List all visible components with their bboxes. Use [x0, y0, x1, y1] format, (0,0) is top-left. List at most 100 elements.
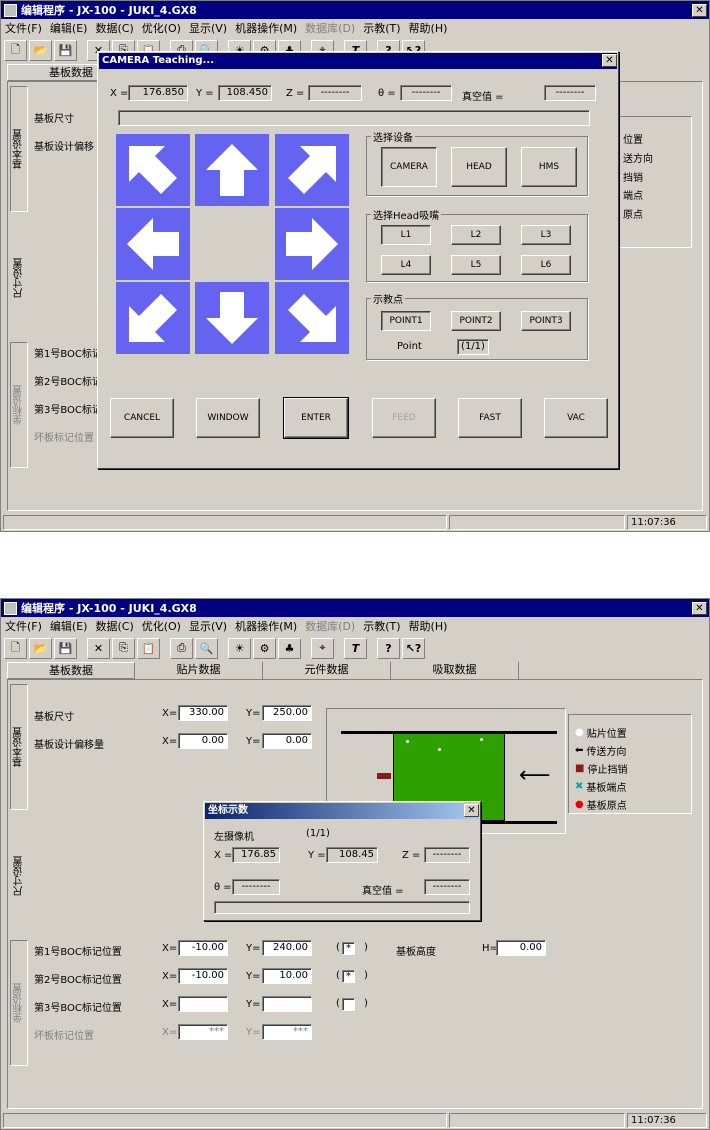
open-icon[interactable]: 📂: [29, 637, 52, 659]
find-icon[interactable]: 🔍: [195, 637, 218, 659]
mark3-y-input[interactable]: [262, 996, 312, 1012]
open-icon[interactable]: 📂: [29, 39, 52, 61]
new-icon[interactable]: 🗋: [4, 39, 27, 61]
print-icon[interactable]: ⎙: [170, 637, 193, 659]
menu-teach[interactable]: 示教(T): [359, 20, 404, 36]
copy-icon[interactable]: ⎘: [112, 637, 135, 659]
menu-help[interactable]: 帮助(H): [405, 618, 452, 634]
move-left-button[interactable]: [116, 208, 190, 280]
menu-machine[interactable]: 机器操作(M): [231, 618, 301, 634]
new-icon[interactable]: 🗋: [4, 637, 27, 659]
dot-icon: ●: [575, 727, 584, 738]
menu-view[interactable]: 显示(V): [185, 20, 231, 36]
move-down-left-button[interactable]: [116, 282, 190, 354]
bad-mark-x-input[interactable]: ***: [178, 1024, 228, 1040]
nozzle-l5-button[interactable]: L5: [451, 255, 501, 275]
side-tab-size[interactable]: 尺寸设置: [12, 258, 27, 298]
placement-dot: [406, 740, 409, 743]
legend-item: 位置: [623, 135, 643, 146]
side-tab-mark[interactable]: 坐标设置: [10, 342, 28, 468]
menu-data[interactable]: 数据(C): [91, 20, 137, 36]
point2-button[interactable]: POINT2: [451, 311, 501, 331]
coord-dialog-close-button[interactable]: ✕: [464, 804, 479, 817]
cut-icon[interactable]: ✕: [87, 637, 110, 659]
mark2-x-input[interactable]: -10.00: [178, 968, 228, 984]
enter-button[interactable]: ENTER: [283, 397, 349, 439]
light-icon[interactable]: ☀: [228, 637, 251, 659]
device-hms-button[interactable]: HMS: [521, 147, 577, 187]
board-offset-x-input[interactable]: 0.00: [178, 733, 228, 749]
menu-database[interactable]: 数据库(D): [301, 618, 359, 634]
save-icon[interactable]: 💾: [54, 637, 77, 659]
teach-icon[interactable]: ⌖: [311, 637, 334, 659]
mark3-x-input[interactable]: [178, 996, 228, 1012]
move-right-button[interactable]: [275, 208, 349, 280]
mark1-y-input[interactable]: 240.00: [262, 940, 312, 956]
tab-placement-data[interactable]: 贴片数据: [135, 662, 263, 679]
teach-point-group: 示教点 POINT1 POINT2 POINT3 Point (1/1): [366, 291, 588, 360]
mark3-label: 第3号BOC标记位置: [34, 1003, 122, 1014]
side-tab-basic[interactable]: 基本设置: [10, 684, 28, 810]
paste-icon[interactable]: 📋: [137, 637, 160, 659]
board-size-y-input[interactable]: 250.00: [262, 705, 312, 721]
mark3-checkbox[interactable]: [342, 998, 355, 1011]
nozzle-l1-button[interactable]: L1: [381, 225, 431, 245]
board-offset-y-input[interactable]: 0.00: [262, 733, 312, 749]
tab-component-data[interactable]: 元件数据: [263, 662, 391, 679]
vac-button[interactable]: VAC: [544, 398, 608, 438]
legend-row: ■ 停止挡销: [575, 761, 627, 776]
mark2-y-input[interactable]: 10.00: [262, 968, 312, 984]
device-camera-button[interactable]: CAMERA: [381, 147, 437, 187]
point1-button[interactable]: POINT1: [381, 311, 431, 331]
move-up-button[interactable]: [195, 134, 269, 206]
cancel-button[interactable]: CANCEL: [110, 398, 174, 438]
feed-button[interactable]: FEED: [372, 398, 436, 438]
bad-mark-y-input[interactable]: ***: [262, 1024, 312, 1040]
save-icon[interactable]: 💾: [54, 39, 77, 61]
device-head-button[interactable]: HEAD: [451, 147, 507, 187]
robot-icon[interactable]: ⚙: [253, 637, 276, 659]
menu-optimize[interactable]: 优化(O): [138, 618, 185, 634]
move-down-button[interactable]: [195, 282, 269, 354]
menu-edit[interactable]: 编辑(E): [46, 20, 92, 36]
context-help-icon[interactable]: ↖?: [402, 637, 425, 659]
menu-machine[interactable]: 机器操作(M): [231, 20, 301, 36]
help-icon[interactable]: ?: [377, 637, 400, 659]
fast-button[interactable]: FAST: [458, 398, 522, 438]
side-tab-size[interactable]: 尺寸设置: [12, 856, 27, 896]
component-icon[interactable]: ♣: [278, 637, 301, 659]
menu-edit[interactable]: 编辑(E): [46, 618, 92, 634]
window-close-button[interactable]: ✕: [692, 4, 707, 17]
menu-help[interactable]: 帮助(H): [405, 20, 452, 36]
mark2-checkbox[interactable]: *: [342, 970, 355, 983]
mark1-checkbox[interactable]: *: [342, 942, 355, 955]
point3-button[interactable]: POINT3: [521, 311, 571, 331]
menu-database[interactable]: 数据库(D): [301, 20, 359, 36]
move-up-left-button[interactable]: [116, 134, 190, 206]
board-size-x-input[interactable]: 330.00: [178, 705, 228, 721]
nozzle-l3-button[interactable]: L3: [521, 225, 571, 245]
side-tab-mark[interactable]: 坐标设置: [10, 940, 28, 1066]
menu-file[interactable]: 文件(F): [1, 618, 46, 634]
move-down-right-button[interactable]: [275, 282, 349, 354]
menu-teach[interactable]: 示教(T): [359, 618, 404, 634]
mark1-x-input[interactable]: -10.00: [178, 940, 228, 956]
nozzle-l6-button[interactable]: L6: [521, 255, 571, 275]
window-title: 编辑程序 - JX-100 - JUKI_4.GX8: [21, 602, 197, 615]
text-icon[interactable]: T: [344, 637, 367, 659]
board-height-input[interactable]: 0.00: [496, 940, 546, 956]
bottom-main-window: 编辑程序 - JX-100 - JUKI_4.GX8 ✕ 文件(F) 编辑(E)…: [0, 598, 710, 1130]
tab-board-data[interactable]: 基板数据: [7, 662, 135, 679]
window-button[interactable]: WINDOW: [196, 398, 260, 438]
window-close-button[interactable]: ✕: [692, 602, 707, 615]
nozzle-l4-button[interactable]: L4: [381, 255, 431, 275]
nozzle-l2-button[interactable]: L2: [451, 225, 501, 245]
menu-data[interactable]: 数据(C): [91, 618, 137, 634]
menu-file[interactable]: 文件(F): [1, 20, 46, 36]
menu-view[interactable]: 显示(V): [185, 618, 231, 634]
move-up-right-button[interactable]: [275, 134, 349, 206]
menu-optimize[interactable]: 优化(O): [138, 20, 185, 36]
side-tab-basic[interactable]: 基本设置: [10, 86, 28, 212]
tab-pickup-data[interactable]: 吸取数据: [391, 662, 519, 679]
camera-dialog-close-button[interactable]: ✕: [602, 54, 617, 67]
